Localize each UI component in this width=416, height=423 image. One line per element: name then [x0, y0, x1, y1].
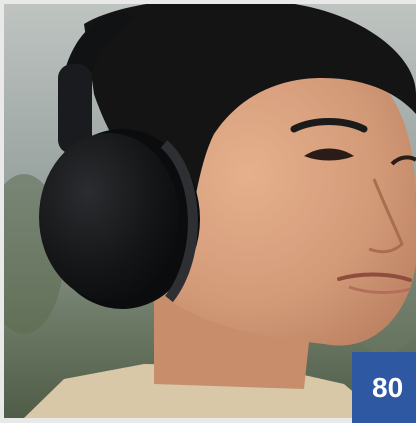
photo-frame: 80	[0, 0, 416, 423]
number-badge: 80	[352, 352, 416, 423]
headphone-earcup	[39, 133, 179, 301]
number-badge-label: 80	[372, 372, 404, 403]
